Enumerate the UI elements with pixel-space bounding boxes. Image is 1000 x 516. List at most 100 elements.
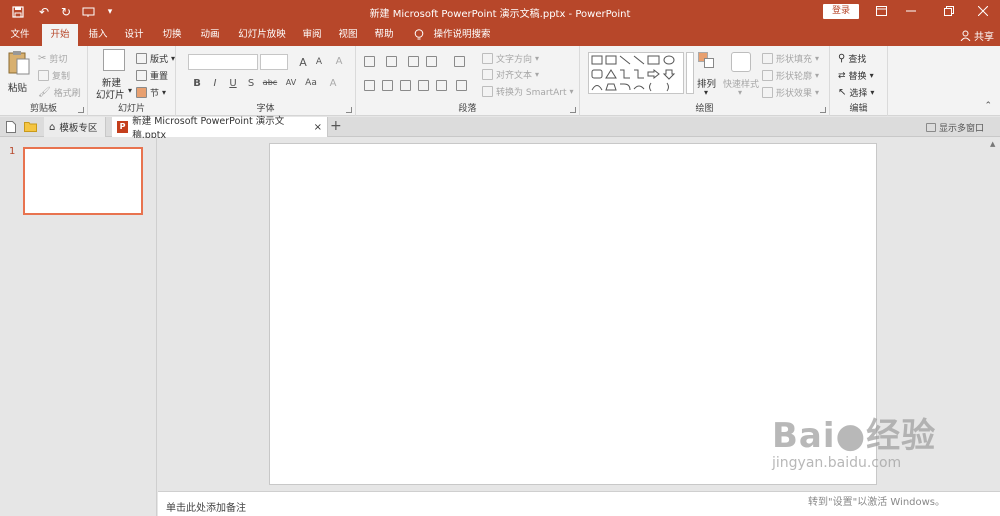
- tab-animations[interactable]: 动画: [196, 24, 224, 46]
- clipboard-dialog-launcher-icon[interactable]: [78, 107, 84, 113]
- paint-bucket-icon: [762, 53, 773, 64]
- tab-view[interactable]: 视图: [334, 24, 362, 46]
- strikethrough-button[interactable]: abc: [260, 78, 280, 87]
- bullets-icon[interactable]: [364, 56, 375, 67]
- ribbon-display-options-icon[interactable]: [866, 2, 896, 22]
- new-slide-button[interactable]: 新建 幻灯片 ▾: [94, 49, 134, 101]
- scroll-up-icon[interactable]: ▲: [990, 140, 995, 148]
- justify-icon[interactable]: [418, 80, 429, 91]
- quick-styles-button[interactable]: 快速样式 ▾: [722, 50, 760, 98]
- template-zone-tab[interactable]: ⌂ 模板专区: [44, 117, 106, 137]
- replace-dropdown-icon: ▾: [869, 71, 874, 80]
- shape-effects-dropdown-icon: ▾: [815, 88, 820, 97]
- folder-icon[interactable]: [24, 121, 37, 135]
- align-center-icon[interactable]: [382, 80, 393, 91]
- select-label: 选择: [849, 89, 868, 99]
- numbering-icon[interactable]: [386, 56, 397, 67]
- increase-indent-icon[interactable]: [426, 56, 437, 67]
- underline-button[interactable]: U: [226, 78, 240, 89]
- new-tab-icon[interactable]: +: [330, 118, 342, 134]
- tab-transitions[interactable]: 切换: [158, 24, 186, 46]
- shapes-gallery-scroll[interactable]: [686, 52, 694, 94]
- document-tab[interactable]: P 新建 Microsoft PowerPoint 演示文稿.pptx ×: [112, 116, 328, 141]
- format-painter-button[interactable]: 🖌 格式刷: [38, 86, 81, 99]
- shrink-font-button[interactable]: A: [312, 57, 326, 67]
- restore-icon[interactable]: [934, 2, 964, 22]
- clear-formatting-button[interactable]: A: [332, 56, 346, 67]
- shape-fill-button[interactable]: 形状填充 ▾: [762, 52, 819, 65]
- line-spacing-icon[interactable]: [454, 56, 465, 67]
- arrange-button[interactable]: 排列 ▾: [696, 50, 720, 98]
- tab-insert[interactable]: 插入: [84, 24, 112, 46]
- align-left-icon[interactable]: [364, 80, 375, 91]
- align-right-icon[interactable]: [400, 80, 411, 91]
- paste-button[interactable]: 粘贴: [6, 50, 32, 94]
- layout-icon: [136, 53, 147, 64]
- convert-smartart-button[interactable]: 转换为 SmartArt ▾: [482, 85, 574, 98]
- text-shadow-button[interactable]: S: [244, 78, 258, 89]
- cut-button[interactable]: ✂ 剪切: [38, 52, 67, 65]
- tab-home[interactable]: 开始: [42, 24, 78, 46]
- slide-thumbnails-pane: 1: [0, 138, 157, 516]
- minimize-icon[interactable]: [896, 2, 926, 22]
- layout-button[interactable]: 版式 ▾: [136, 52, 175, 65]
- share-button[interactable]: 共享: [960, 28, 994, 43]
- notes-placeholder: 单击此处添加备注: [166, 503, 246, 514]
- new-document-icon[interactable]: [6, 121, 16, 136]
- tab-review[interactable]: 审阅: [298, 24, 326, 46]
- tab-slideshow[interactable]: 幻灯片放映: [234, 24, 290, 46]
- watermark-sub: jingyan.baidu.com: [772, 455, 902, 471]
- collapse-ribbon-icon[interactable]: ⌃: [984, 101, 992, 111]
- tell-me-search[interactable]: 操作说明搜索: [430, 24, 494, 46]
- section-button[interactable]: 节 ▾: [136, 86, 166, 99]
- shape-outline-label: 形状轮廓: [776, 72, 813, 82]
- grow-font-button[interactable]: A: [296, 56, 310, 69]
- font-color-button[interactable]: A: [326, 78, 340, 89]
- reset-button[interactable]: 重置: [136, 69, 168, 82]
- select-button[interactable]: ↖ 选择 ▾: [838, 86, 874, 99]
- decrease-indent-icon[interactable]: [408, 56, 419, 67]
- close-tab-icon[interactable]: ×: [314, 122, 322, 133]
- distributed-icon[interactable]: [436, 80, 447, 91]
- shape-effects-button[interactable]: 形状效果 ▾: [762, 86, 819, 99]
- slide-number: 1: [9, 146, 16, 157]
- paragraph-dialog-launcher-icon[interactable]: [570, 107, 576, 113]
- tab-design[interactable]: 设计: [120, 24, 148, 46]
- slide-thumbnail[interactable]: [23, 147, 143, 215]
- vertical-scrollbar[interactable]: ▲: [988, 138, 1000, 491]
- align-text-button[interactable]: 对齐文本 ▾: [482, 68, 539, 81]
- format-painter-label: 格式刷: [53, 89, 81, 99]
- columns-icon[interactable]: [456, 80, 467, 91]
- reset-icon: [136, 70, 147, 81]
- font-name-dropdown[interactable]: [188, 54, 258, 70]
- lightbulb-icon: [414, 29, 424, 44]
- close-icon[interactable]: [968, 2, 998, 22]
- font-size-dropdown[interactable]: [260, 54, 288, 70]
- tab-help[interactable]: 帮助: [370, 24, 398, 46]
- section-dropdown-icon: ▾: [162, 88, 167, 97]
- shape-outline-button[interactable]: 形状轮廓 ▾: [762, 69, 819, 82]
- copy-button[interactable]: 复制: [38, 69, 70, 82]
- text-direction-button[interactable]: 文字方向 ▾: [482, 52, 539, 65]
- activate-windows-notice: 转到"设置"以激活 Windows。: [808, 497, 946, 508]
- replace-button[interactable]: ⇄ 替换 ▾: [838, 69, 874, 83]
- drawing-dialog-launcher-icon[interactable]: [820, 107, 826, 113]
- tab-file[interactable]: 文件: [6, 24, 34, 46]
- font-dialog-launcher-icon[interactable]: [346, 107, 352, 113]
- shape-effects-icon: [762, 87, 773, 98]
- drawing-group-label: 绘图: [695, 104, 714, 114]
- character-spacing-button[interactable]: AV: [282, 78, 300, 87]
- login-button[interactable]: 登录: [823, 4, 859, 19]
- find-button[interactable]: ⚲ 查找: [838, 52, 866, 65]
- show-multi-window-button[interactable]: 显示多窗口: [925, 121, 984, 134]
- pen-icon: [762, 70, 773, 81]
- layout-label: 版式: [150, 55, 169, 65]
- select-dropdown-icon: ▾: [870, 88, 875, 97]
- shape-outline-dropdown-icon: ▾: [815, 71, 820, 80]
- text-direction-dropdown-icon: ▾: [535, 54, 540, 63]
- shapes-gallery[interactable]: [588, 52, 684, 94]
- italic-button[interactable]: I: [208, 78, 222, 89]
- copy-icon: [38, 70, 49, 81]
- bold-button[interactable]: B: [190, 78, 204, 89]
- change-case-button[interactable]: Aa: [302, 78, 320, 88]
